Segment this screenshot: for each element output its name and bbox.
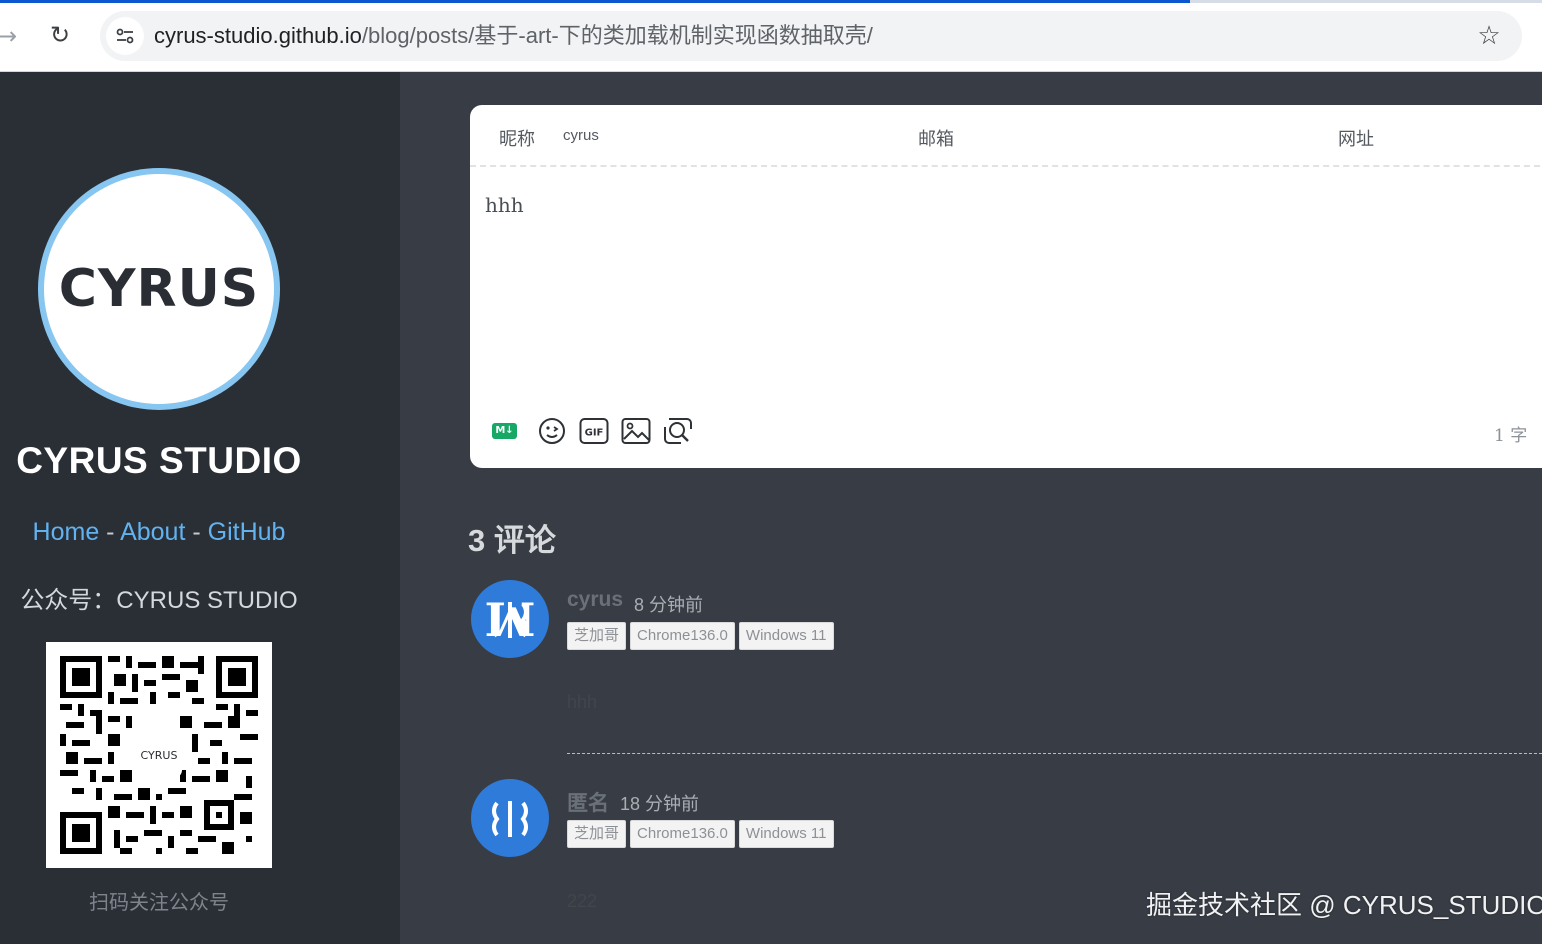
qr-center-logo: CYRUS: [136, 732, 182, 778]
nav-home-link[interactable]: Home: [33, 518, 100, 546]
site-info-icon[interactable]: [106, 17, 144, 55]
nickname-field[interactable]: cyrus: [563, 127, 599, 144]
os-badge: Windows 11: [738, 622, 834, 650]
tab-strip-rest: [1190, 0, 1542, 3]
url-path: /blog/posts/基于-art-下的类加载机制实现函数抽取壳/: [361, 23, 873, 48]
browser-toolbar: → ↻ cyrus-studio.github.io/blog/posts/基于…: [0, 0, 1542, 72]
url-text[interactable]: cyrus-studio.github.io/blog/posts/基于-art…: [154, 21, 873, 51]
location-badge: 芝加哥: [567, 820, 627, 848]
comment-form: 昵称 cyrus 邮箱 网址 hhh M↓ GIF 1 字: [470, 105, 1542, 468]
nav-github-link[interactable]: GitHub: [208, 518, 286, 546]
nav-separator: -: [185, 518, 208, 546]
site-title: CYRUS STUDIO: [16, 440, 302, 481]
comment-content: hhh: [567, 692, 598, 712]
comments-count-title: 3 评论: [468, 523, 556, 558]
emoji-icon[interactable]: [537, 416, 567, 446]
reload-icon[interactable]: ↻: [46, 20, 74, 50]
comment-tags: 芝加哥 Chrome136.0 Windows 11: [567, 622, 834, 650]
comment-tags: 芝加哥 Chrome136.0 Windows 11: [567, 820, 834, 848]
nickname-label: 昵称: [499, 129, 535, 149]
url-host: cyrus-studio.github.io: [154, 23, 362, 48]
location-badge: 芝加哥: [567, 622, 627, 650]
comment-avatar: [471, 779, 549, 857]
comment-time: 18 分钟前: [620, 794, 700, 814]
bookmark-star-icon[interactable]: ☆: [1474, 21, 1504, 51]
gif-icon[interactable]: GIF: [579, 416, 609, 446]
browser-badge: Chrome136.0: [630, 622, 735, 650]
nav-about-link[interactable]: About: [120, 518, 185, 546]
preview-icon[interactable]: [663, 416, 693, 446]
browser-badge: Chrome136.0: [630, 820, 735, 848]
comment-avatar: ꟽ: [471, 580, 549, 658]
forward-arrow-icon[interactable]: →: [0, 22, 20, 50]
comment-textarea[interactable]: hhh: [485, 193, 524, 217]
sidebar-nav: Home - About - GitHub: [0, 518, 318, 547]
avatar: CYRUS: [38, 168, 280, 410]
address-bar[interactable]: cyrus-studio.github.io/blog/posts/基于-art…: [100, 11, 1522, 61]
comment-nickname[interactable]: cyrus: [567, 588, 623, 612]
comment-time: 8 分钟前: [634, 595, 704, 615]
os-badge: Windows 11: [738, 820, 834, 848]
comment-content: 222: [567, 891, 598, 911]
image-upload-icon[interactable]: [621, 416, 651, 446]
avatar-logo-text: CYRUS: [58, 259, 260, 319]
comment-divider: [567, 753, 1542, 754]
sidebar: CYRUS CYRUS STUDIO Home - About - GitHub…: [0, 72, 400, 944]
word-count: 1 字: [1494, 426, 1528, 446]
comment-meta-row: 昵称 cyrus 邮箱 网址: [470, 105, 1542, 167]
nav-separator: -: [99, 518, 121, 546]
email-field[interactable]: 邮箱: [918, 125, 954, 151]
website-field[interactable]: 网址: [1338, 125, 1374, 151]
watermark: 掘金技术社区 @ CYRUS_STUDIO: [1146, 890, 1542, 920]
svg-text:GIF: GIF: [585, 428, 604, 439]
wechat-account-label: 公众号：CYRUS STUDIO: [20, 587, 298, 614]
qr-caption: 扫码关注公众号: [89, 892, 229, 914]
markdown-icon[interactable]: M↓: [492, 423, 517, 439]
tab-strip-accent: [0, 0, 1190, 3]
comment-nickname[interactable]: 匿名: [567, 787, 609, 817]
qr-code: CYRUS: [46, 642, 272, 868]
